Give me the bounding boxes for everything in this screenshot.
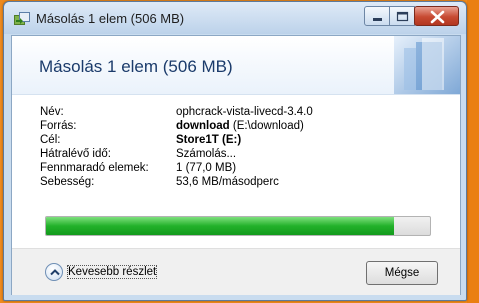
copy-dialog: Másolás 1 elem (506 MB) Másolás 1 elem (… — [3, 1, 467, 301]
close-button[interactable] — [414, 6, 459, 26]
maximize-button[interactable] — [389, 6, 415, 26]
destination-value[interactable]: Store1T (E:) — [176, 134, 241, 146]
dialog-header: Másolás 1 elem (506 MB) — [12, 36, 460, 95]
source-folder[interactable]: download — [176, 120, 230, 132]
source-value[interactable]: download (E:\download) — [176, 120, 304, 132]
time-remaining-value: Számolás... — [176, 148, 237, 160]
header-decoration — [394, 36, 460, 94]
destination-label: Cél: — [40, 134, 61, 146]
background-right — [467, 0, 479, 303]
minimize-icon — [373, 18, 382, 21]
header-title: Másolás 1 elem (506 MB) — [39, 57, 233, 76]
name-label: Név: — [40, 106, 64, 118]
speed-value: 53,6 MB/másodperc — [176, 176, 279, 188]
cancel-button[interactable]: Mégse — [366, 261, 438, 285]
window-title: Másolás 1 elem (506 MB) — [36, 11, 185, 26]
close-icon — [430, 10, 445, 24]
less-details-label[interactable]: Kevesebb részlet — [66, 265, 158, 279]
source-path: (E:\download) — [229, 120, 304, 132]
items-remaining-label: Fennmaradó elemek: — [40, 162, 149, 174]
name-value: ophcrack-vista-livecd-3.4.0 — [176, 106, 313, 118]
dialog-footer: Kevesebb részlet Mégse — [12, 248, 460, 295]
minimize-button[interactable] — [364, 6, 390, 26]
dialog-content: Másolás 1 elem (506 MB) Név: ophcrack-vi… — [11, 35, 461, 295]
chevron-up-icon[interactable] — [45, 263, 63, 281]
maximize-icon — [396, 11, 409, 22]
source-label: Forrás: — [40, 120, 77, 132]
items-remaining-value: 1 (77,0 MB) — [176, 162, 237, 174]
progress-bar — [45, 216, 431, 236]
copy-window-icon — [14, 12, 30, 26]
speed-label: Sebesség: — [40, 176, 95, 188]
progress-fill — [46, 217, 394, 235]
time-remaining-label: Hátralévő idő: — [40, 148, 111, 160]
title-bar[interactable]: Másolás 1 elem (506 MB) — [4, 2, 466, 34]
